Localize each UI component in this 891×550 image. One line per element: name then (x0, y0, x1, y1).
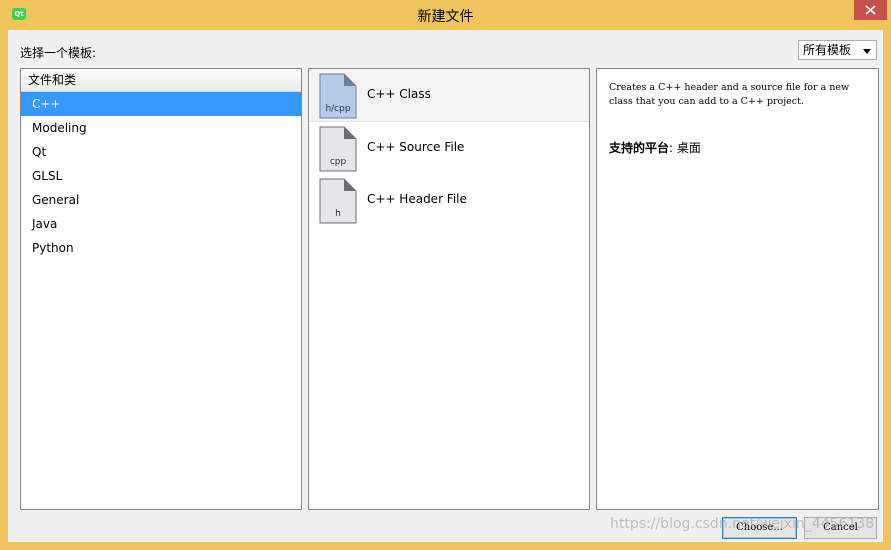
category-item-modeling[interactable]: Modeling (21, 116, 301, 140)
choose-button[interactable]: Choose... (722, 517, 797, 539)
category-group-header: 文件和类 (21, 69, 301, 92)
cpp-class-icon-text: h/cpp (325, 104, 350, 114)
chevron-down-icon (863, 49, 871, 54)
template-label-cpp-source: C++ Source File (367, 140, 465, 154)
category-item-cpp[interactable]: C++ (21, 92, 301, 116)
template-description: Creates a C++ header and a source file f… (609, 82, 850, 107)
title-bar[interactable]: Qt 新建文件 (0, 0, 891, 30)
template-label-cpp-header: C++ Header File (367, 192, 467, 206)
choose-template-label: 选择一个模板: (20, 46, 97, 60)
template-filter-dropdown[interactable]: 所有模板 (798, 40, 877, 60)
new-file-dialog: Qt 新建文件 选择一个模板: 所有模板 文件和类 C++ Modeling Q… (0, 0, 891, 550)
cpp-source-file-icon: cpp (319, 126, 357, 172)
category-item-general[interactable]: General (21, 188, 301, 212)
category-item-java[interactable]: Java (21, 212, 301, 236)
template-label-cpp-class: C++ Class (367, 87, 431, 101)
template-list[interactable]: h/cpp C++ Class cpp C++ Source File h C+… (308, 68, 590, 510)
template-item-cpp-header[interactable]: h C++ Header File (309, 174, 589, 226)
supported-platforms: 支持的平台: 桌面 (609, 139, 701, 156)
close-button[interactable] (854, 0, 887, 20)
template-description-panel: Creates a C++ header and a source file f… (596, 68, 879, 510)
category-item-python[interactable]: Python (21, 236, 301, 260)
cpp-header-icon-text: h (335, 209, 341, 219)
platform-label: 支持的平台 (609, 141, 670, 155)
template-item-cpp-class[interactable]: h/cpp C++ Class (309, 69, 589, 122)
category-list[interactable]: 文件和类 C++ Modeling Qt GLSL General Java P… (20, 68, 302, 510)
cpp-source-icon-text: cpp (330, 157, 347, 167)
dialog-body: 选择一个模板: 所有模板 文件和类 C++ Modeling Qt GLSL G… (8, 30, 883, 542)
cpp-header-file-icon: h (319, 178, 357, 224)
close-icon (865, 5, 876, 15)
cpp-class-file-icon: h/cpp (319, 73, 357, 119)
category-item-glsl[interactable]: GLSL (21, 164, 301, 188)
platform-value: : 桌面 (669, 141, 701, 155)
cancel-button[interactable]: Cancel (804, 517, 877, 539)
window-title: 新建文件 (417, 9, 474, 25)
category-item-qt[interactable]: Qt (21, 140, 301, 164)
template-item-cpp-source[interactable]: cpp C++ Source File (309, 122, 589, 174)
filter-selected-value: 所有模板 (803, 43, 852, 57)
